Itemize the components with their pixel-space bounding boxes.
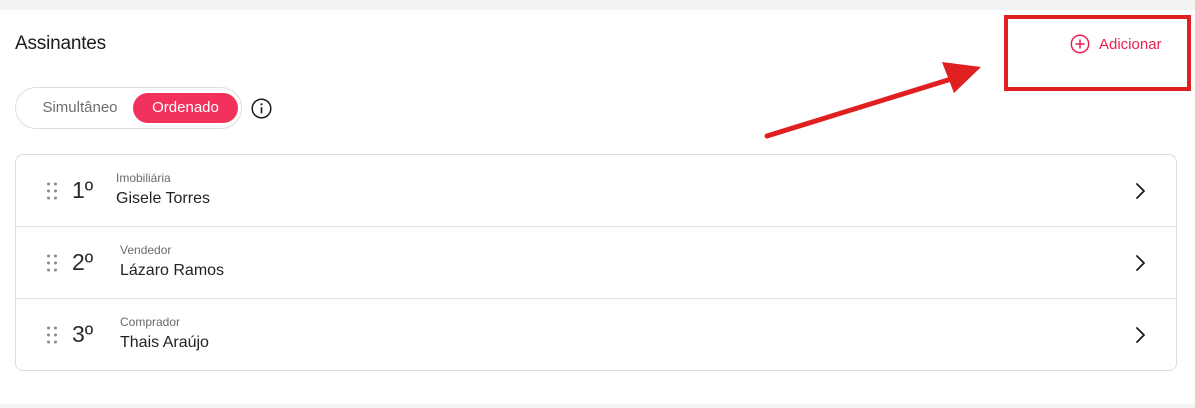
chevron-right-icon[interactable] bbox=[1134, 253, 1148, 278]
signer-name: Thais Araújo bbox=[120, 334, 209, 351]
info-icon[interactable] bbox=[251, 98, 272, 119]
signer-role: Comprador bbox=[120, 315, 181, 329]
section-title: Assinantes bbox=[15, 33, 106, 54]
signer-name: Gisele Torres bbox=[116, 190, 210, 207]
drag-handle-icon[interactable] bbox=[46, 181, 58, 206]
signers-list: 1º Imobiliária Gisele Torres 2º Vendedor… bbox=[15, 154, 1177, 371]
drag-handle-icon[interactable] bbox=[46, 325, 58, 350]
signing-mode-toggle: Simultâneo Ordenado bbox=[15, 87, 242, 129]
toggle-option-ordered[interactable]: Ordenado bbox=[133, 93, 238, 123]
drag-handle-icon[interactable] bbox=[46, 253, 58, 278]
toggle-option-simultaneous[interactable]: Simultâneo bbox=[24, 93, 136, 123]
signer-role: Vendedor bbox=[120, 243, 172, 257]
annotation-highlight-box bbox=[1004, 15, 1191, 91]
signer-row[interactable]: 3º Comprador Thais Araújo bbox=[16, 299, 1176, 371]
signer-order: 2º bbox=[72, 249, 94, 275]
signer-row[interactable]: 2º Vendedor Lázaro Ramos bbox=[16, 227, 1176, 299]
signer-name: Lázaro Ramos bbox=[120, 262, 225, 279]
chevron-right-icon[interactable] bbox=[1134, 325, 1148, 350]
signer-order: 1º bbox=[72, 177, 94, 203]
chevron-right-icon[interactable] bbox=[1134, 181, 1148, 206]
signer-row[interactable]: 1º Imobiliária Gisele Torres bbox=[16, 155, 1176, 227]
signer-order: 3º bbox=[72, 321, 94, 347]
signer-role: Imobiliária bbox=[116, 171, 171, 185]
